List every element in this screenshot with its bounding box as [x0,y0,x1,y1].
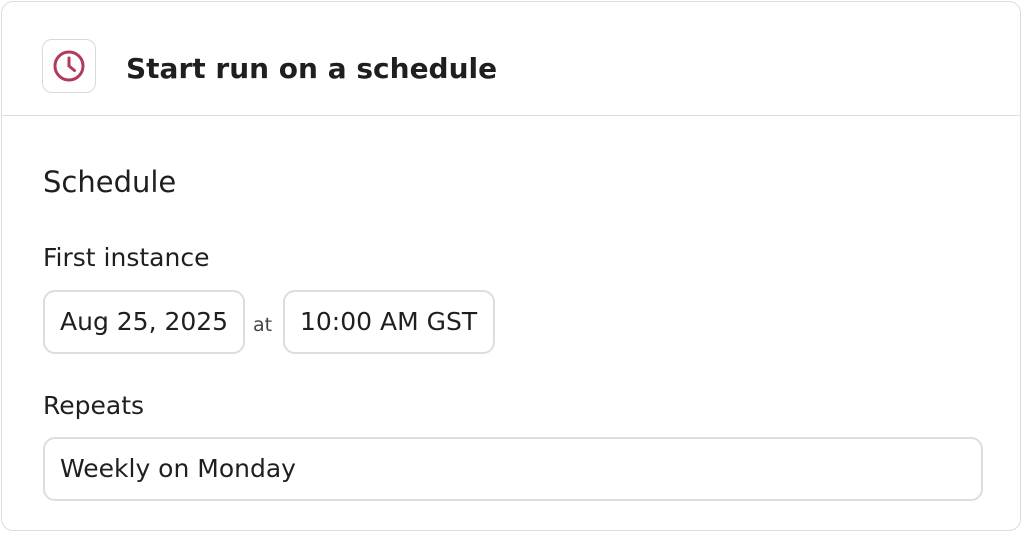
repeats-label: Repeats [43,391,145,420]
card-header: Start run on a schedule [2,2,1020,116]
at-label: at [253,314,273,336]
first-instance-date-field[interactable]: Aug 25, 2025 [43,290,245,354]
first-instance-time-field[interactable]: 10:00 AM GST [283,290,495,354]
first-instance-label: First instance [43,243,210,272]
clock-icon-container [42,39,96,93]
schedule-card: Start run on a schedule Schedule First i… [1,1,1021,531]
clock-icon [53,50,85,82]
page-title: Start run on a schedule [126,52,498,85]
repeats-select[interactable]: Weekly on Monday [43,437,983,501]
schedule-section-title: Schedule [43,165,177,199]
